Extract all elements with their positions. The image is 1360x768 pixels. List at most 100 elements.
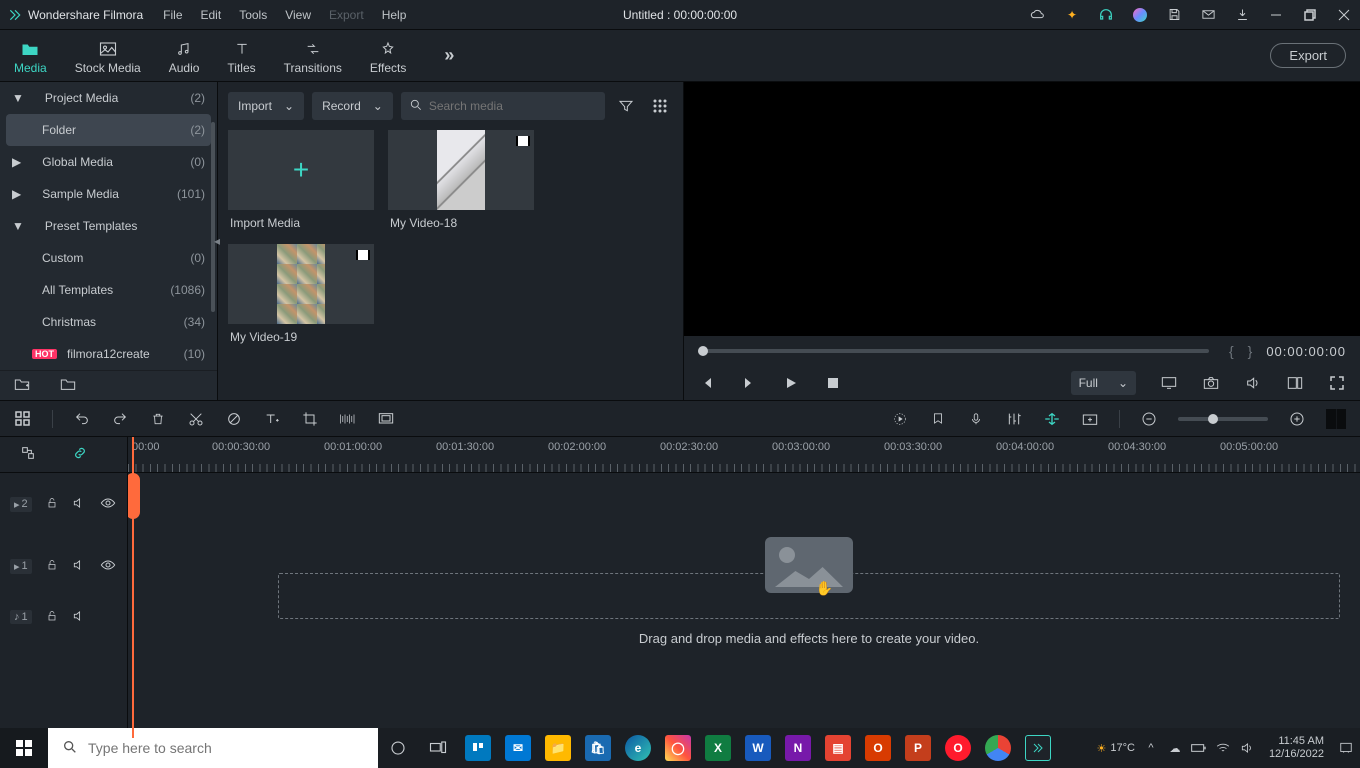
task-view-icon[interactable] [418,728,458,768]
taskbar-clock[interactable]: 11:45 AM 12/16/2022 [1269,735,1324,761]
app-opera[interactable]: O [938,728,978,768]
start-button[interactable] [0,728,48,768]
link-icon[interactable] [72,445,88,464]
add-marker-icon[interactable] [1081,410,1099,428]
visibility-icon[interactable] [100,497,116,512]
cloud-icon[interactable] [1030,7,1046,23]
sidebar-item-custom[interactable]: Custom(0) [0,242,217,274]
visibility-icon[interactable] [100,559,116,574]
tab-audio[interactable]: Audio [169,36,200,75]
mail-icon[interactable] [1200,7,1216,23]
crop-icon[interactable] [301,410,319,428]
menu-tools[interactable]: Tools [239,8,267,22]
sidebar-item-christmas[interactable]: Christmas(34) [0,306,217,338]
export-button[interactable]: Export [1270,43,1346,68]
grid-view-icon[interactable] [647,92,673,120]
app-edge[interactable]: e [618,728,658,768]
voiceover-icon[interactable] [967,410,985,428]
mixer-icon[interactable] [1005,410,1023,428]
tab-media[interactable]: Media [14,36,47,75]
headset-icon[interactable] [1098,7,1114,23]
snap-icon[interactable] [20,445,36,464]
scale-icon[interactable] [377,410,395,428]
zoom-in-button[interactable] [1288,410,1306,428]
window-close-icon[interactable] [1336,7,1352,23]
marker-circle-icon[interactable] [225,410,243,428]
app-chrome[interactable] [978,728,1018,768]
speed-icon[interactable] [339,410,357,428]
menu-edit[interactable]: Edit [201,8,222,22]
app-office[interactable]: O [858,728,898,768]
tab-transitions[interactable]: Transitions [284,36,342,75]
menu-file[interactable]: File [163,8,182,22]
save-icon[interactable] [1166,7,1182,23]
taskbar-search-input[interactable] [88,740,364,756]
battery-icon[interactable] [1191,740,1207,756]
arrange-icon[interactable] [14,410,32,428]
wifi-icon[interactable] [1215,740,1231,756]
display-icon[interactable] [1160,374,1178,392]
notifications-icon[interactable] [1338,740,1354,756]
download-icon[interactable] [1234,7,1250,23]
zoom-slider[interactable] [1178,417,1268,421]
track-area[interactable]: 00:00 00:00:30:00 00:01:00:00 00:01:30:0… [128,437,1360,738]
playhead[interactable] [132,437,134,738]
sidebar-item-all-templates[interactable]: All Templates(1086) [0,274,217,306]
sidebar-scrollbar[interactable] [211,122,215,312]
tray-expand-icon[interactable]: ^ [1143,740,1159,756]
volume-icon[interactable] [1244,374,1262,392]
search-input[interactable] [429,99,597,113]
window-maximize-icon[interactable] [1302,7,1318,23]
taskbar-search[interactable] [48,728,378,768]
collapse-handle-icon[interactable]: ◂ [214,234,220,248]
tab-titles[interactable]: Titles [227,36,255,75]
track-header-a1[interactable]: ♪1 [0,597,127,637]
app-filmora[interactable] [1018,728,1058,768]
sidebar-item-filmora12create[interactable]: HOTfilmora12create(10) [0,338,217,370]
app-instagram[interactable]: ◯ [658,728,698,768]
mark-out-icon[interactable]: } [1248,343,1253,359]
filter-icon[interactable] [613,92,639,120]
sidebar-item-project-media[interactable]: ▼Project Media(2) [0,82,217,114]
sidebar-item-preset-templates[interactable]: ▼Preset Templates [0,210,217,242]
app-store[interactable]: 🛍 [578,728,618,768]
media-tile-video-18[interactable]: My Video-18 [388,130,534,230]
volume-icon[interactable] [1239,740,1255,756]
snapshot-icon[interactable] [1202,374,1220,392]
app-excel[interactable]: X [698,728,738,768]
menu-view[interactable]: View [285,8,311,22]
add-text-icon[interactable] [263,410,281,428]
prev-frame-button[interactable] [698,374,716,392]
undo-button[interactable] [73,410,91,428]
window-minimize-icon[interactable] [1268,7,1284,23]
cortana-icon[interactable] [378,728,418,768]
preview-fit-dropdown[interactable]: Full⌄ [1071,371,1136,395]
fullscreen-icon[interactable] [1328,374,1346,392]
next-frame-button[interactable] [740,374,758,392]
more-tabs-icon[interactable]: » [444,45,454,66]
track-header-v1[interactable]: ▸1 [0,535,127,597]
menu-help[interactable]: Help [382,8,407,22]
mute-icon[interactable] [72,558,86,575]
app-powerpoint[interactable]: P [898,728,938,768]
mute-icon[interactable] [72,496,86,513]
app-mail[interactable]: ✉ [498,728,538,768]
delete-button[interactable] [149,410,167,428]
track-header-v2[interactable]: ▸2 [0,473,127,535]
import-dropdown[interactable]: Import⌄ [228,92,304,120]
lightbulb-icon[interactable]: ✦ [1064,7,1080,23]
mark-in-icon[interactable]: { [1229,343,1234,359]
zoom-out-button[interactable] [1140,410,1158,428]
tab-effects[interactable]: Effects [370,36,406,75]
layout-icon[interactable] [1286,374,1304,392]
cut-button[interactable] [187,410,205,428]
lock-icon[interactable] [46,496,58,513]
redo-button[interactable] [111,410,129,428]
search-media[interactable] [401,92,605,120]
tab-stock-media[interactable]: Stock Media [75,36,141,75]
app-explorer[interactable]: 📁 [538,728,578,768]
thumbnail-toggle[interactable] [1326,409,1346,429]
profile-icon[interactable] [1132,7,1148,23]
new-folder-icon[interactable] [14,377,30,394]
timeline-dropzone[interactable]: ✋ Drag and drop media and effects here t… [278,537,1340,646]
